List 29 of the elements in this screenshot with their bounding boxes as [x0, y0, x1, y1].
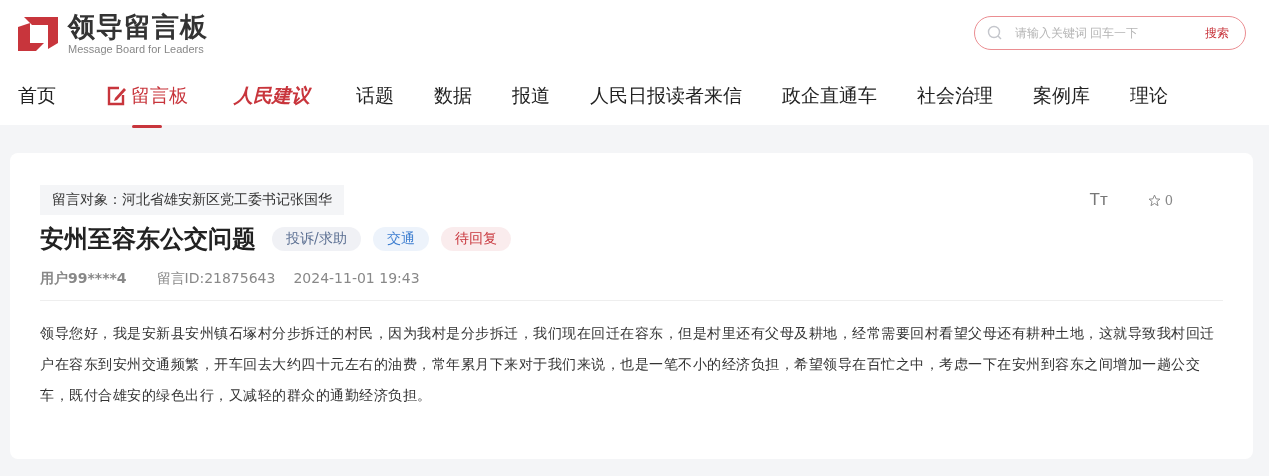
nav-tab[interactable]: 人民日报读者来信: [590, 75, 742, 128]
favorite-button[interactable]: 0: [1147, 192, 1173, 208]
search-icon: [987, 25, 1003, 41]
pencil-note-icon: [106, 84, 128, 107]
message-body: 领导您好，我是安新县安州镇石塚村分步拆迁的村民，因为我村是分步拆迁，我们现在回迁在容东，但是村里还有父母及耕地，经常需要回村看望父母还有耕种土地，这就导致我村回迁户在容东到安州交通频繁，开车回去大约四十元左右的油费，常年累月下来对于我们来说，也是一笔不小的经济负担，希望领导在百忙之中，考虑一下在安州到容东之间增加一趟公交车，既付合雄安的绿色出行，又减轻的群众的通勤经济负担。: [40, 324, 1216, 405]
nav-tab[interactable]: 理论: [1130, 75, 1168, 128]
search-button[interactable]: 搜索: [1205, 24, 1229, 42]
nav-tab[interactable]: 数据: [434, 75, 472, 128]
nav-tab[interactable]: 社会治理: [917, 75, 993, 128]
tag: 投诉/求助: [272, 227, 361, 251]
message-id: 留言ID:21875643: [156, 270, 276, 288]
nav-tab[interactable]: 留言板: [106, 75, 188, 128]
post-time: 2024-11-01 19:43: [293, 270, 420, 288]
nav-tab[interactable]: 首页: [18, 75, 56, 128]
logo-subtitle: Message Board for Leaders: [68, 43, 205, 55]
message-title: 安州至容东公交问题: [40, 224, 256, 255]
logo-title: 领导留言板: [68, 11, 208, 43]
star-icon: [1147, 193, 1161, 207]
tag: 交通: [372, 227, 429, 251]
tag: 待回复: [440, 227, 511, 251]
user-name: 用户99****4: [40, 270, 127, 288]
target-label: 留言对象：河北省雄安新区党工委书记张国华: [40, 185, 344, 215]
active-underline: [132, 124, 162, 128]
nav-tab[interactable]: 话题: [356, 75, 394, 128]
nav-tab[interactable]: 政企直通车: [782, 75, 877, 128]
nav-tab[interactable]: 报道: [512, 75, 550, 128]
nav-tab[interactable]: 案例库: [1033, 75, 1090, 128]
nav-tab[interactable]: 人民建议: [234, 75, 310, 128]
font-size-button[interactable]: Tт: [1089, 190, 1108, 210]
